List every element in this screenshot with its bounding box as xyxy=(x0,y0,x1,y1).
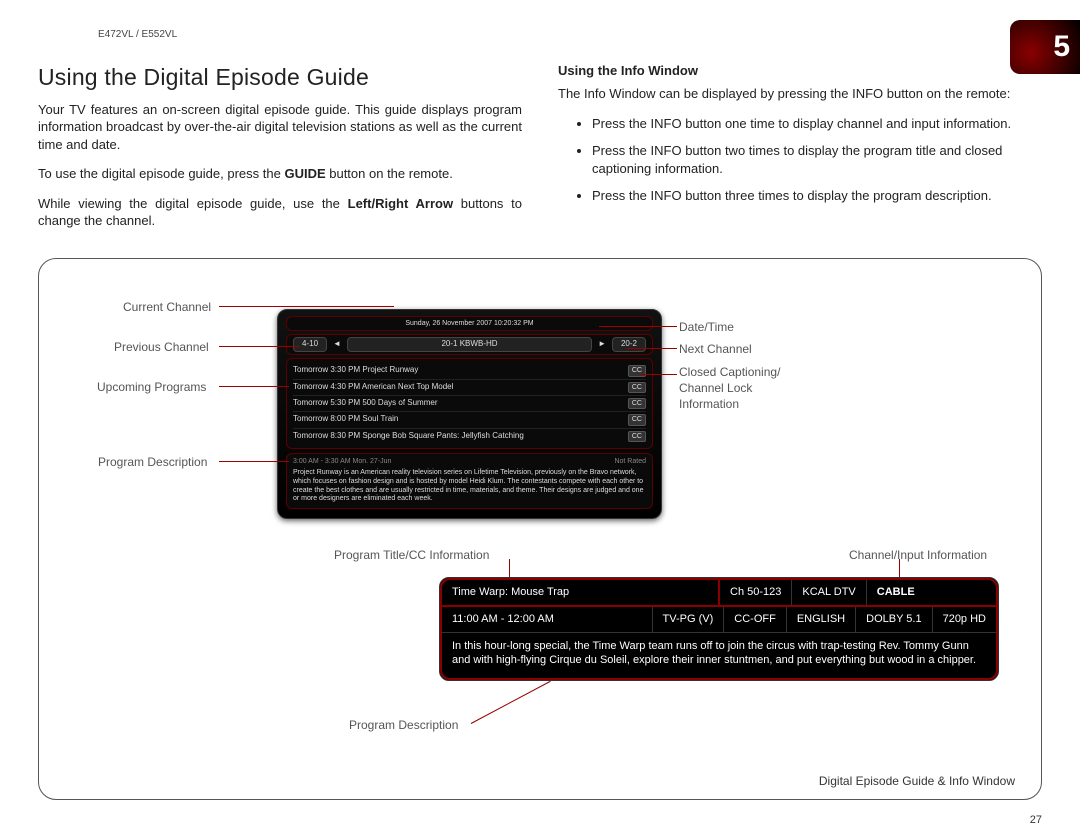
info-ch: Ch 50-123 xyxy=(720,580,792,605)
info-bullet: Press the INFO button three times to dis… xyxy=(592,187,1042,205)
right-column: Using the Info Window The Info Window ca… xyxy=(558,62,1042,242)
callout-channel-input: Channel/Input Information xyxy=(849,547,987,563)
guide-list-item: Tomorrow 8:00 PM Soul TrainCC xyxy=(293,412,646,428)
info-station: KCAL DTV xyxy=(792,580,866,605)
left-p1: Your TV features an on-screen digital ep… xyxy=(38,101,522,154)
guide-list-item: Tomorrow 4:30 PM American Next Top Model… xyxy=(293,380,646,396)
callout-previous-channel: Previous Channel xyxy=(114,339,209,355)
info-title: Time Warp: Mouse Trap xyxy=(442,580,718,605)
left-p3: While viewing the digital episode guide,… xyxy=(38,195,522,230)
callout-program-description: Program Description xyxy=(98,454,207,470)
guide-list-item: Tomorrow 5:30 PM 500 Days of SummerCC xyxy=(293,396,646,412)
info-bullet: Press the INFO button two times to displ… xyxy=(592,142,1042,177)
info-row-2: 11:00 AM - 12:00 AM TV-PG (V) CC-OFF ENG… xyxy=(440,607,998,633)
info-row-1: Time Warp: Mouse Trap Ch 50-123 KCAL DTV… xyxy=(440,578,998,607)
guide-desc-box: 3:00 AM - 3:30 AM Mon. 27-Jun Not Rated … xyxy=(286,453,653,509)
info-lang: ENGLISH xyxy=(787,607,856,632)
p2-post: button on the remote. xyxy=(326,166,453,181)
info-osd: Time Warp: Mouse Trap Ch 50-123 KCAL DTV… xyxy=(439,577,999,681)
guide-list-item: Tomorrow 8:30 PM Sponge Bob Square Pants… xyxy=(293,429,646,444)
info-bullet-list: Press the INFO button one time to displa… xyxy=(558,115,1042,205)
guide-desc-rating: Not Rated xyxy=(614,458,646,467)
info-desc: In this hour-long special, the Time Warp… xyxy=(440,633,998,681)
upcoming-list: Tomorrow 3:30 PM Project RunwayCCTomorro… xyxy=(286,358,653,449)
guide-desc-time: 3:00 AM - 3:30 AM Mon. 27-Jun xyxy=(293,458,391,467)
next-channel-num: 20-2 xyxy=(612,337,646,352)
section-title-right: Using the Info Window xyxy=(558,62,1042,80)
p3-bold: Left/Right Arrow xyxy=(348,196,453,211)
prev-channel-num: 4-10 xyxy=(293,337,327,352)
info-source: CABLE xyxy=(867,580,925,605)
callout-program-description-info: Program Description xyxy=(349,717,458,733)
guide-osd: Sunday, 26 November 2007 10:20:32 PM 4-1… xyxy=(277,309,662,519)
p2-pre: To use the digital episode guide, press … xyxy=(38,166,284,181)
callout-current-channel: Current Channel xyxy=(123,299,211,315)
guide-channel-row: 4-10 ◄ 20-1 KBWB-HD ► 20-2 xyxy=(286,334,653,355)
current-channel-pill: 20-1 KBWB-HD xyxy=(347,337,592,352)
chapter-tab: 5 xyxy=(1010,20,1080,74)
guide-desc-text: Project Runway is an American reality te… xyxy=(293,469,646,504)
model-header: E472VL / E552VL xyxy=(98,28,1042,42)
prev-arrow-icon: ◄ xyxy=(333,339,341,350)
diagram-footer: Digital Episode Guide & Info Window xyxy=(819,773,1015,789)
left-p2: To use the digital episode guide, press … xyxy=(38,165,522,183)
right-intro: The Info Window can be displayed by pres… xyxy=(558,85,1042,103)
info-bullet: Press the INFO button one time to displa… xyxy=(592,115,1042,133)
info-audio: DOLBY 5.1 xyxy=(856,607,932,632)
callout-date-time: Date/Time xyxy=(679,319,734,335)
p2-bold: GUIDE xyxy=(284,166,325,181)
callout-title-cc: Program Title/CC Information xyxy=(334,547,489,563)
info-rating: TV-PG (V) xyxy=(653,607,725,632)
guide-list-item: Tomorrow 3:30 PM Project RunwayCC xyxy=(293,363,646,379)
callout-upcoming-programs: Upcoming Programs xyxy=(97,379,206,395)
callout-next-channel: Next Channel xyxy=(679,341,752,357)
callout-cc-lock-info: Closed Captioning/ Channel Lock Informat… xyxy=(679,364,780,413)
info-cc: CC-OFF xyxy=(724,607,787,632)
diagram-frame: Sunday, 26 November 2007 10:20:32 PM 4-1… xyxy=(38,258,1042,800)
info-time: 11:00 AM - 12:00 AM xyxy=(442,607,653,632)
guide-date-row: Sunday, 26 November 2007 10:20:32 PM xyxy=(286,316,653,331)
section-title-left: Using the Digital Episode Guide xyxy=(38,62,522,93)
p3-pre: While viewing the digital episode guide,… xyxy=(38,196,348,211)
left-column: Using the Digital Episode Guide Your TV … xyxy=(38,62,522,242)
info-res: 720p HD xyxy=(933,607,996,632)
next-arrow-icon: ► xyxy=(598,339,606,350)
page-number: 27 xyxy=(1030,813,1042,828)
